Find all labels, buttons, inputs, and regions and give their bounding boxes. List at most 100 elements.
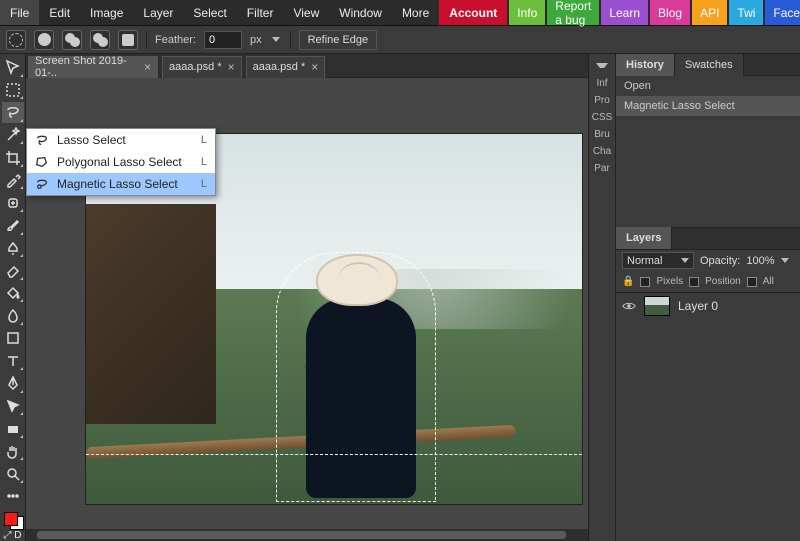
heal-tool[interactable] <box>2 192 24 213</box>
menu-select[interactable]: Select <box>183 0 236 25</box>
link-twitter[interactable]: Twi <box>729 0 763 25</box>
marquee-tool[interactable] <box>2 80 24 101</box>
eraser-tool[interactable] <box>2 260 24 281</box>
feather-unit: px <box>250 34 262 46</box>
lock-pixels-checkbox[interactable] <box>640 277 650 287</box>
panel-paragraph-tab[interactable]: Par <box>594 163 610 174</box>
color-swatches[interactable] <box>2 510 24 531</box>
flyout-label: Magnetic Lasso Select <box>57 177 178 191</box>
lock-pixels-label: Pixels <box>656 276 683 287</box>
selection-add-icon[interactable] <box>34 30 54 50</box>
feather-dropdown-icon[interactable] <box>270 34 282 46</box>
lasso-tool[interactable] <box>2 102 24 123</box>
lock-position-checkbox[interactable] <box>689 277 699 287</box>
link-api[interactable]: API <box>692 0 727 25</box>
swatches-tab[interactable]: Swatches <box>675 54 744 76</box>
document-tab[interactable]: aaaa.psd * × <box>162 56 242 78</box>
type-tool[interactable] <box>2 351 24 372</box>
history-item[interactable]: Magnetic Lasso Select <box>616 96 800 116</box>
flyout-item-lasso[interactable]: Lasso Select L <box>27 129 215 151</box>
right-panels: History Swatches Open Magnetic Lasso Sel… <box>616 54 800 541</box>
link-learn[interactable]: Learn <box>601 0 648 25</box>
selection-intersect-icon[interactable] <box>90 30 110 50</box>
move-tool[interactable] <box>2 57 24 78</box>
crop-tool[interactable] <box>2 147 24 168</box>
layer-name[interactable]: Layer 0 <box>678 299 718 313</box>
path-select-tool[interactable] <box>2 396 24 417</box>
flyout-item-magnetic-lasso[interactable]: Magnetic Lasso Select L <box>27 173 215 195</box>
other-tool[interactable] <box>2 328 24 349</box>
lock-position-label: Position <box>705 276 741 287</box>
layers-tab[interactable]: Layers <box>616 227 672 249</box>
menu-filter[interactable]: Filter <box>237 0 284 25</box>
pen-tool[interactable] <box>2 373 24 394</box>
smudge-tool[interactable] <box>2 305 24 326</box>
link-info[interactable]: Info <box>509 0 545 25</box>
close-icon[interactable]: × <box>228 60 235 74</box>
link-facebook[interactable]: Facebook <box>765 0 800 25</box>
flyout-shortcut: L <box>201 156 207 168</box>
menu-window[interactable]: Window <box>329 0 392 25</box>
eye-icon[interactable] <box>622 299 636 313</box>
document-tab[interactable]: aaaa.psd *× <box>246 56 326 78</box>
lock-all-label: All <box>763 276 774 287</box>
link-blog[interactable]: Blog <box>650 0 690 25</box>
brush-tool[interactable] <box>2 215 24 236</box>
panel-brush-tab[interactable]: Bru <box>594 129 610 140</box>
blend-mode-value: Normal <box>627 255 662 267</box>
refine-edge-button[interactable]: Refine Edge <box>299 30 378 50</box>
layers-panel: Layers Normal Opacity: 100% 🔒 Pixels Pos… <box>616 227 800 320</box>
panel-info-tab[interactable]: Inf <box>596 78 607 89</box>
image-hut <box>86 204 216 424</box>
menu-account[interactable]: Account <box>439 0 507 25</box>
layer-row[interactable]: Layer 0 <box>616 292 800 320</box>
menu-image[interactable]: Image <box>80 0 133 25</box>
menu-bar: File Edit Image Layer Select Filter View… <box>0 0 800 26</box>
panel-css-tab[interactable]: CSS <box>592 112 613 123</box>
shape-tool[interactable] <box>2 418 24 439</box>
link-report-bug[interactable]: Report a bug <box>547 0 599 25</box>
poly-lasso-icon <box>35 155 49 169</box>
flyout-shortcut: L <box>201 134 207 146</box>
menu-layer[interactable]: Layer <box>133 0 183 25</box>
document-tab[interactable]: Screen Shot 2019-01-..× <box>28 56 158 78</box>
feather-input[interactable] <box>204 31 242 49</box>
fill-tool[interactable] <box>2 283 24 304</box>
swap-colors-icon[interactable]: ⤢ <box>4 530 12 541</box>
menu-edit[interactable]: Edit <box>39 0 80 25</box>
zoom-tool[interactable] <box>2 463 24 484</box>
history-tab[interactable]: History <box>616 54 675 76</box>
hand-tool[interactable] <box>2 441 24 462</box>
panel-properties-tab[interactable]: Pro <box>594 95 610 106</box>
flyout-item-poly-lasso[interactable]: Polygonal Lasso Select L <box>27 151 215 173</box>
selection-subtract-icon[interactable] <box>62 30 82 50</box>
horizontal-scrollbar[interactable] <box>26 529 588 541</box>
lock-all-checkbox[interactable] <box>747 277 757 287</box>
selection-exclude-icon[interactable] <box>118 30 138 50</box>
default-colors[interactable]: D <box>14 530 21 541</box>
lock-icon: 🔒 <box>622 276 634 287</box>
flyout-label: Lasso Select <box>57 133 126 147</box>
chevron-down-icon[interactable] <box>781 258 789 263</box>
mag-lasso-icon <box>35 177 49 191</box>
toolbox: ⤢D <box>0 54 26 541</box>
menu-more[interactable]: More <box>392 0 439 25</box>
panel-toggle-icon[interactable] <box>596 60 608 72</box>
opacity-value[interactable]: 100% <box>746 255 774 267</box>
clone-tool[interactable] <box>2 238 24 259</box>
tab-label: aaaa.psd * <box>169 61 222 73</box>
document-tabs: Screen Shot 2019-01-..× aaaa.psd *× aaaa… <box>26 54 588 78</box>
separator <box>146 31 147 49</box>
history-panel-header: History Swatches <box>616 54 800 76</box>
panel-character-tab[interactable]: Cha <box>593 146 611 157</box>
close-icon[interactable]: × <box>144 60 151 74</box>
blend-mode-select[interactable]: Normal <box>622 252 694 269</box>
selection-new-icon[interactable] <box>6 30 26 50</box>
history-item[interactable]: Open <box>616 76 800 96</box>
eyedropper-tool[interactable] <box>2 170 24 191</box>
close-icon[interactable]: × <box>311 60 318 74</box>
wand-tool[interactable] <box>2 125 24 146</box>
menu-view[interactable]: View <box>283 0 329 25</box>
menu-file[interactable]: File <box>0 0 39 25</box>
dots-tool[interactable] <box>2 486 24 507</box>
